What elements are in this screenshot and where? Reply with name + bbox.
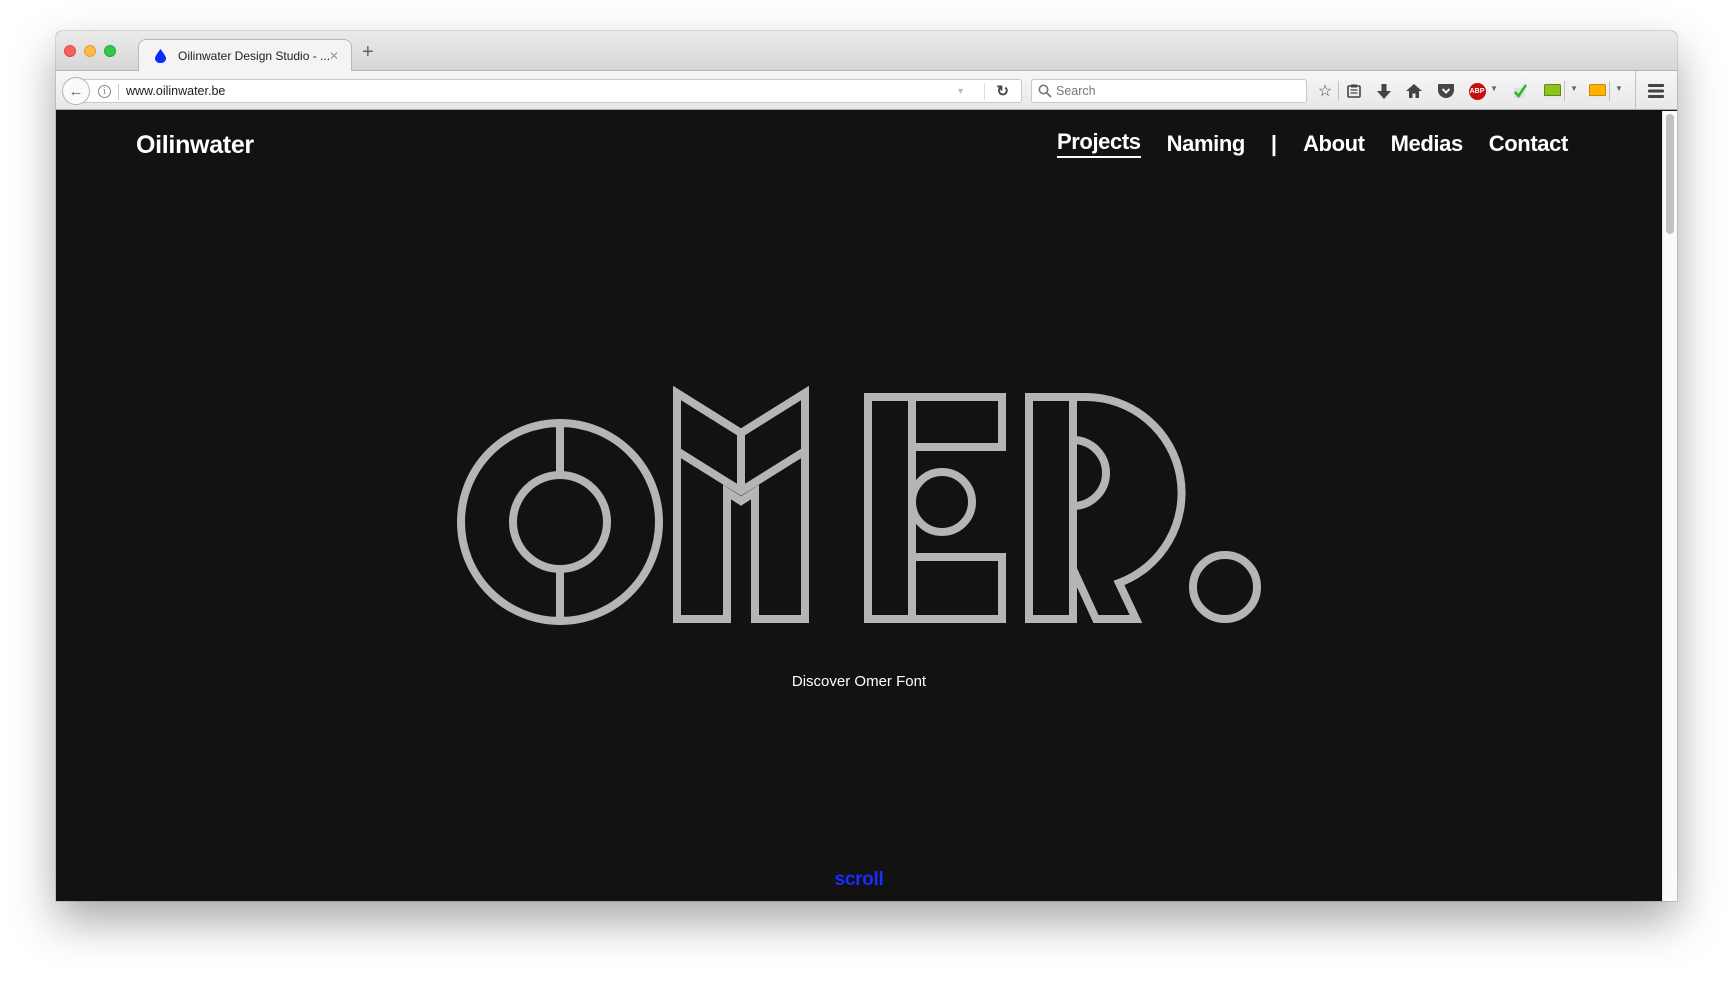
- search-icon: [1038, 84, 1052, 98]
- pocket-icon[interactable]: [1435, 80, 1457, 102]
- discover-omer-font-link[interactable]: Discover Omer Font: [56, 673, 1662, 690]
- toolbar-divider: [1338, 81, 1339, 101]
- scrollbar-thumb[interactable]: [1666, 114, 1674, 234]
- toolbar-divider: [1564, 81, 1565, 101]
- search-input[interactable]: Search: [1031, 79, 1307, 103]
- tab-bar: Oilinwater Design Studio - ... ✕ +: [56, 31, 1677, 72]
- back-button[interactable]: ←: [62, 77, 90, 105]
- green-drive-icon[interactable]: [1541, 80, 1563, 102]
- site-info-icon[interactable]: i: [98, 85, 111, 98]
- orange-drive-icon[interactable]: [1586, 80, 1608, 102]
- checkmark-extension-icon[interactable]: [1509, 80, 1531, 102]
- letter-o-inner-ring: [509, 471, 611, 573]
- letter-r-outline: [1025, 393, 1186, 623]
- toolbar-divider: [1609, 81, 1610, 101]
- green-drive-dropdown-icon[interactable]: ▼: [1570, 84, 1578, 93]
- site-nav: Projects Naming | About Medias Contact: [1057, 129, 1568, 158]
- tab-title: Oilinwater Design Studio - ...: [178, 49, 331, 63]
- nav-link-naming[interactable]: Naming: [1167, 131, 1246, 157]
- nav-divider: |: [1270, 130, 1278, 156]
- minimize-window-button[interactable]: [84, 45, 96, 57]
- url-divider: [118, 84, 119, 100]
- new-tab-button[interactable]: +: [362, 41, 374, 64]
- nav-link-medias[interactable]: Medias: [1391, 131, 1464, 157]
- reading-list-icon[interactable]: [1343, 80, 1365, 102]
- water-drop-icon: [155, 49, 166, 63]
- download-icon[interactable]: [1373, 80, 1395, 102]
- wordmark-period-ring: [1189, 551, 1261, 623]
- bookmark-star-icon[interactable]: ☆: [1314, 80, 1336, 102]
- reload-icon[interactable]: ↻: [996, 82, 1009, 100]
- letter-m-outline: [673, 385, 809, 623]
- scroll-link[interactable]: scroll: [56, 869, 1662, 891]
- letter-r-bowl: [1072, 436, 1110, 510]
- site-logo[interactable]: Oilinwater: [136, 131, 254, 160]
- vertical-scrollbar[interactable]: [1662, 111, 1677, 901]
- nav-link-about[interactable]: About: [1303, 131, 1365, 157]
- adblock-dropdown-icon[interactable]: ▼: [1490, 84, 1498, 93]
- url-text[interactable]: www.oilinwater.be: [126, 84, 225, 98]
- home-icon[interactable]: [1403, 80, 1425, 102]
- close-window-button[interactable]: [64, 45, 76, 57]
- browser-window: Oilinwater Design Studio - ... ✕ + i www…: [56, 31, 1677, 901]
- close-tab-icon[interactable]: ✕: [329, 49, 339, 63]
- abp-badge: ABP: [1468, 82, 1486, 100]
- url-history-dropdown-icon[interactable]: ▼: [956, 86, 965, 96]
- url-divider: [984, 83, 985, 100]
- toolbar-divider: [1635, 71, 1636, 110]
- navigation-toolbar: i www.oilinwater.be ▼ ↻ ← Search ☆ ABP ▼…: [56, 71, 1677, 110]
- nav-link-projects[interactable]: Projects: [1057, 129, 1141, 158]
- search-placeholder: Search: [1056, 84, 1096, 98]
- letter-e-outline: [864, 393, 1006, 623]
- nav-link-contact[interactable]: Contact: [1489, 131, 1568, 157]
- browser-tab-active[interactable]: Oilinwater Design Studio - ... ✕: [138, 39, 352, 72]
- maximize-window-button[interactable]: [104, 45, 116, 57]
- letter-e-middle-ring: [908, 468, 976, 536]
- adblock-plus-icon[interactable]: ABP: [1466, 80, 1488, 102]
- arrow-left-icon: ←: [68, 82, 84, 100]
- url-bar[interactable]: i www.oilinwater.be ▼ ↻: [82, 79, 1022, 103]
- orange-drive-dropdown-icon[interactable]: ▼: [1615, 84, 1623, 93]
- hamburger-menu-icon[interactable]: [1645, 80, 1667, 102]
- omer-wordmark-logo[interactable]: [56, 111, 1662, 901]
- page-content: Oilinwater Projects Naming | About Media…: [56, 111, 1662, 901]
